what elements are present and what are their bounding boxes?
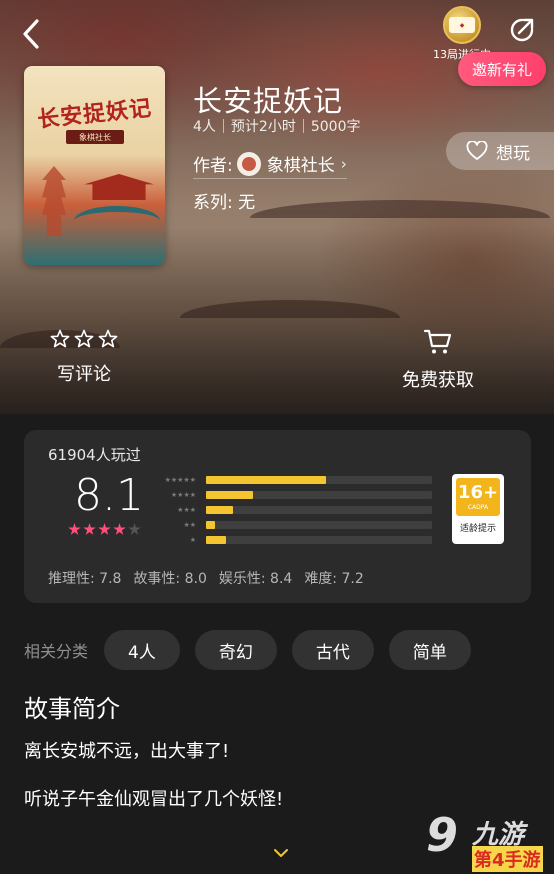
hero-banner: ◆ 13局进行中 邀新有礼 长安捉妖记 象棋社长 长安捉妖记 4人 预计2小时 …	[0, 0, 554, 414]
distribution-bar	[206, 535, 227, 544]
game-cover[interactable]: 长安捉妖记 象棋社长	[24, 66, 165, 265]
age-rating-badge[interactable]: 16+ CADPA 适龄提示	[452, 474, 504, 544]
cover-pagoda-art	[42, 166, 66, 236]
distribution-stars: ★★	[183, 520, 196, 529]
play-duration: 预计2小时	[230, 119, 296, 135]
category-tag[interactable]: 古代	[291, 630, 374, 670]
distribution-stars: ★★★	[177, 505, 196, 514]
watermark-site: 第4手游	[472, 846, 543, 872]
author-avatar	[236, 151, 261, 176]
average-score: 8.1	[74, 470, 144, 521]
played-count: 61904人玩过	[48, 446, 141, 464]
back-button[interactable]	[14, 16, 48, 52]
dimension-score: 故事性: 8.0	[133, 571, 207, 587]
dimension-score: 难度: 7.2	[304, 571, 364, 587]
author-label: 作者:	[193, 156, 233, 176]
cover-subtitle: 象棋社长	[66, 130, 124, 144]
author-link[interactable]: 作者: 象棋社长 ›	[193, 151, 347, 179]
free-get-button[interactable]: 免费获取	[392, 328, 484, 392]
chevron-right-icon: ›	[340, 154, 347, 173]
rating-distribution: ★★★★★ ★★★★ ★★★ ★★ ★	[146, 472, 432, 547]
score-stars	[68, 523, 141, 536]
rating-stars-icon	[50, 328, 118, 350]
category-tag[interactable]: 简单	[388, 630, 471, 670]
distribution-bar-track	[206, 475, 432, 484]
cover-title: 长安捉妖记	[36, 95, 154, 133]
related-categories: 相关分类 4人 奇幻 古代 简单	[24, 630, 486, 670]
intro-line: 离长安城不远，出大事了!	[24, 741, 230, 762]
game-meta: 4人 预计2小时 5000字	[193, 116, 360, 136]
distribution-row: ★★★★★	[146, 472, 432, 487]
category-tag[interactable]: 奇幻	[194, 630, 277, 670]
player-count: 4人	[193, 119, 216, 135]
distribution-bar	[206, 490, 254, 499]
distribution-bar	[206, 475, 326, 484]
category-tag[interactable]: 4人	[104, 630, 180, 670]
want-label: 想玩	[496, 143, 530, 164]
review-label: 写评论	[57, 364, 111, 385]
score-star	[68, 523, 81, 535]
meta-divider	[302, 119, 304, 133]
rating-card: 61904人玩过 8.1 ★★★★★ ★★★★ ★★★ ★★ ★ 16+ CADPA 适…	[24, 430, 531, 603]
word-count: 5000字	[310, 119, 361, 135]
cover-bridge-art	[74, 206, 160, 236]
distribution-stars: ★★★★★	[164, 475, 196, 484]
distribution-row: ★	[146, 532, 432, 547]
dimension-scores: 推理性: 7.8 故事性: 8.0 娱乐性: 8.4 难度: 7.2	[48, 568, 364, 588]
dimension-score: 推理性: 7.8	[48, 571, 122, 587]
expand-chevron-icon[interactable]	[272, 846, 290, 860]
watermark-logo-icon: 9	[426, 808, 459, 862]
game-coin-icon: ◆	[443, 6, 481, 44]
cover-hall-art	[84, 174, 154, 200]
intro-title: 故事简介	[24, 695, 120, 723]
get-label: 免费获取	[402, 370, 474, 391]
score-star	[98, 523, 111, 535]
score-star	[83, 523, 96, 535]
distribution-bar-track	[206, 520, 432, 529]
share-button[interactable]	[504, 12, 540, 48]
distribution-bar-track	[206, 505, 432, 514]
chevron-left-icon	[23, 19, 39, 49]
age-rating-icon: 16+ CADPA	[456, 478, 500, 516]
share-icon	[510, 18, 534, 42]
distribution-bar	[206, 505, 234, 514]
categories-label: 相关分类	[24, 642, 89, 661]
age-org: CADPA	[467, 503, 489, 511]
distribution-row: ★★★★	[146, 487, 432, 502]
series-info: 系列: 无	[193, 193, 256, 213]
game-title: 长安捉妖记	[193, 84, 344, 118]
score-star	[113, 523, 126, 535]
cart-icon	[423, 329, 452, 354]
intro-line: 听说子午金仙观冒出了几个妖怪!	[24, 789, 284, 810]
dimension-score: 娱乐性: 8.4	[218, 571, 293, 587]
watermark: 9 九游 第4手游	[426, 808, 550, 872]
age-rating: 16+	[457, 481, 499, 503]
distribution-bar-track	[206, 490, 432, 499]
distribution-row: ★★	[146, 517, 432, 532]
heart-icon	[466, 141, 488, 160]
write-review-button[interactable]: 写评论	[46, 328, 122, 386]
score-star	[128, 523, 141, 535]
author-name: 象棋社长	[266, 156, 335, 176]
age-tip: 适龄提示	[459, 524, 496, 534]
meta-divider	[222, 119, 224, 133]
invite-badge[interactable]: 邀新有礼	[458, 52, 546, 86]
distribution-stars: ★	[189, 535, 196, 544]
distribution-row: ★★★	[146, 502, 432, 517]
distribution-bar	[206, 520, 216, 529]
distribution-bar-track	[206, 535, 432, 544]
distribution-stars: ★★★★	[170, 490, 196, 499]
want-to-play-button[interactable]: 想玩	[446, 132, 554, 170]
